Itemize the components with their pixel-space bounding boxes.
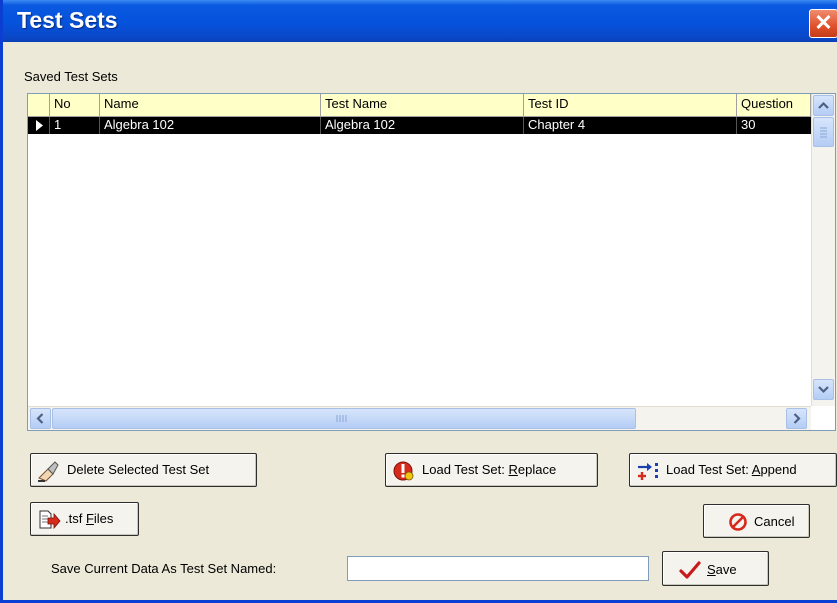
column-header-no[interactable]: No	[50, 94, 100, 117]
tsf-files-rest: iles	[93, 511, 114, 526]
save-accel: S	[707, 562, 716, 577]
horizontal-scroll-thumb[interactable]	[52, 408, 636, 429]
append-arrows-icon	[638, 463, 658, 480]
chevron-up-icon	[818, 101, 829, 109]
save-rest: ave	[715, 562, 737, 577]
tsf-files-prefix: .tsf	[65, 511, 86, 526]
load-replace-prefix: Load Test Set:	[422, 462, 509, 477]
delete-button-label: Delete Selected Test Set	[67, 462, 210, 477]
close-button[interactable]: ✕	[809, 9, 837, 38]
column-header-question[interactable]: Question	[737, 94, 811, 117]
load-replace-accel: R	[508, 462, 518, 477]
delete-selected-test-set-button[interactable]: Delete Selected Test Set	[30, 453, 257, 487]
save-button[interactable]: Save	[662, 551, 769, 586]
cell-test-id[interactable]: Chapter 4	[524, 117, 737, 134]
cell-test-name[interactable]: Algebra 102	[321, 117, 524, 134]
load-append-label: Load Test Set: Append	[666, 462, 797, 477]
no-entry-icon	[729, 513, 747, 531]
scroll-left-button[interactable]	[30, 408, 51, 429]
chevron-down-icon	[818, 386, 829, 394]
scroll-down-button[interactable]	[813, 379, 834, 400]
chevron-right-icon	[793, 413, 801, 424]
table-row[interactable]: 1 Algebra 102 Algebra 102 Chapter 4 30	[28, 117, 811, 134]
warning-clock-icon	[393, 461, 414, 481]
saved-test-sets-label: Saved Test Sets	[24, 69, 118, 84]
row-pointer-icon	[36, 120, 43, 131]
export-file-icon	[39, 510, 61, 530]
window-title: Test Sets	[17, 7, 118, 33]
load-test-set-replace-button[interactable]: Load Test Set: Replace	[385, 453, 598, 487]
save-as-label: Save Current Data As Test Set Named:	[51, 561, 277, 576]
close-icon: ✕	[814, 10, 833, 35]
grip-icon	[820, 127, 827, 138]
save-label: Save	[707, 562, 737, 577]
load-replace-rest: eplace	[517, 462, 557, 477]
cell-no[interactable]: 1	[50, 117, 100, 134]
test-set-name-field[interactable]	[347, 556, 649, 581]
load-replace-label: Load Test Set: Replace	[422, 462, 556, 477]
test-sets-grid[interactable]: No Name Test Name Test ID Question 1 Alg…	[27, 93, 836, 431]
cancel-button[interactable]: Cancel	[703, 504, 810, 538]
cell-question[interactable]: 30	[737, 117, 811, 134]
eraser-icon	[38, 461, 59, 482]
cancel-label: Cancel	[754, 514, 795, 529]
column-header-name[interactable]: Name	[100, 94, 321, 117]
chevron-left-icon	[36, 413, 44, 424]
column-header-test-id[interactable]: Test ID	[524, 94, 737, 117]
horizontal-scrollbar[interactable]	[28, 406, 811, 430]
load-test-set-append-button[interactable]: Load Test Set: Append	[629, 453, 837, 487]
cell-name[interactable]: Algebra 102	[100, 117, 321, 134]
column-header-test-name[interactable]: Test Name	[321, 94, 524, 117]
grip-icon	[336, 415, 347, 422]
tsf-files-label: .tsf Files	[65, 511, 113, 526]
load-append-rest: ppend	[760, 462, 797, 477]
tsf-files-accel: F	[85, 511, 94, 526]
vertical-scroll-thumb[interactable]	[813, 117, 834, 147]
tsf-files-button[interactable]: .tsf Files	[30, 502, 139, 536]
test-sets-dialog: Test Sets ✕ Saved Test Sets No Name Test…	[0, 0, 837, 603]
vertical-scrollbar[interactable]	[811, 94, 835, 406]
load-append-prefix: Load Test Set:	[666, 462, 752, 477]
row-selector-header	[28, 94, 50, 117]
checkmark-icon	[679, 561, 701, 579]
scroll-right-button[interactable]	[786, 408, 807, 429]
scroll-up-button[interactable]	[813, 95, 834, 116]
title-bar[interactable]: Test Sets ✕	[3, 0, 837, 42]
row-selector[interactable]	[28, 117, 50, 134]
